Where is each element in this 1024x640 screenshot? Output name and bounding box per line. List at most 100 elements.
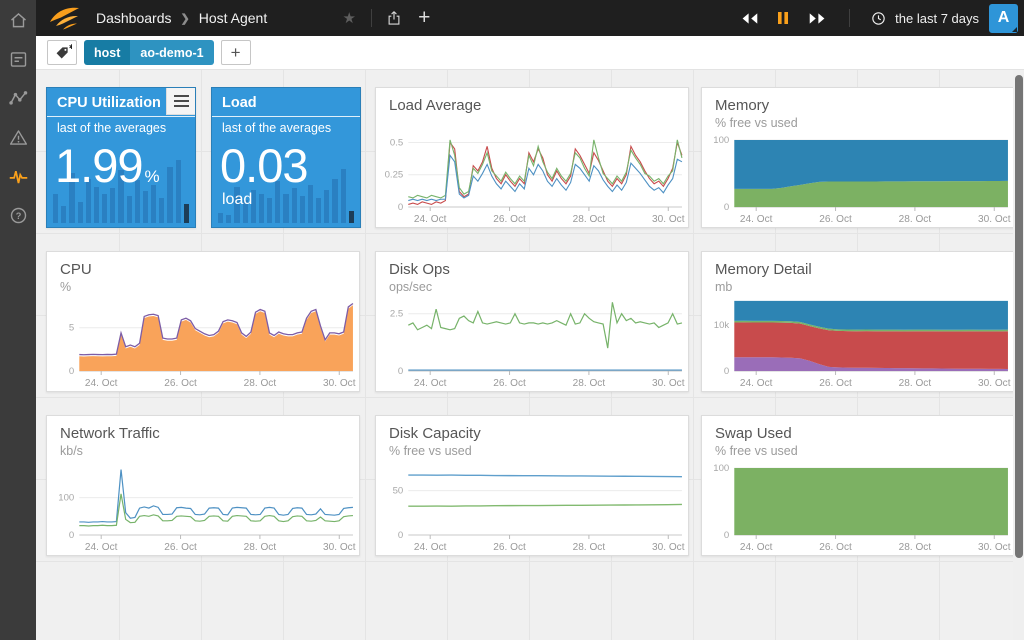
- card-disk-ops[interactable]: Disk Ops ops/sec 02.524. Oct26. Oct28. O…: [375, 251, 689, 392]
- card-title: Load: [212, 88, 360, 117]
- svg-text:26. Oct: 26. Oct: [819, 542, 852, 552]
- share-icon[interactable]: [382, 6, 406, 30]
- cpu-chart: 0524. Oct26. Oct28. Oct30. Oct: [49, 295, 358, 388]
- card-title: Memory Detail: [715, 261, 812, 278]
- clock-icon: [870, 10, 887, 27]
- card-network-traffic[interactable]: Network Traffic kb/s 010024. Oct26. Oct2…: [46, 415, 360, 556]
- star-icon[interactable]: ★: [337, 6, 361, 30]
- card-disk-capacity[interactable]: Disk Capacity % free vs used 05024. Oct2…: [375, 415, 689, 556]
- avatar[interactable]: A: [989, 4, 1018, 33]
- svg-text:30. Oct: 30. Oct: [652, 378, 685, 388]
- pause-icon[interactable]: [771, 6, 795, 30]
- dashboards-icon[interactable]: [7, 48, 29, 70]
- svg-text:0: 0: [69, 366, 74, 377]
- card-title: CPU: [60, 261, 92, 278]
- breadcrumb: Dashboards ❯ Host Agent: [96, 10, 267, 26]
- card-title: Load Average: [389, 97, 481, 114]
- svg-text:26. Oct: 26. Oct: [493, 542, 526, 552]
- svg-text:0.25: 0.25: [385, 170, 404, 181]
- svg-text:100: 100: [713, 135, 729, 146]
- sidebar: ?: [0, 0, 36, 640]
- chevron-right-icon: ❯: [181, 12, 190, 25]
- network-traffic-chart: 010024. Oct26. Oct28. Oct30. Oct: [49, 459, 358, 552]
- svg-text:28. Oct: 28. Oct: [573, 214, 606, 224]
- card-subtitle: mb: [715, 280, 732, 294]
- svg-text:26. Oct: 26. Oct: [493, 378, 526, 388]
- svg-text:5: 5: [69, 323, 74, 334]
- chip-key: host: [84, 40, 130, 65]
- home-icon[interactable]: [7, 9, 29, 31]
- svg-text:26. Oct: 26. Oct: [819, 214, 852, 224]
- metrics-icon[interactable]: [7, 87, 29, 109]
- breadcrumb-host-agent[interactable]: Host Agent: [199, 10, 268, 26]
- solarwinds-logo-icon[interactable]: [48, 5, 82, 31]
- card-memory-detail[interactable]: Memory Detail mb 010k24. Oct26. Oct28. O…: [701, 251, 1015, 392]
- alerts-icon[interactable]: [7, 126, 29, 148]
- pulse-icon[interactable]: [7, 165, 29, 187]
- time-range-label: the last 7 days: [895, 11, 979, 26]
- svg-text:0: 0: [724, 366, 729, 377]
- card-subtitle: % free vs used: [715, 116, 798, 130]
- chip-value: ao-demo-1: [130, 40, 213, 65]
- card-load[interactable]: Load last of the averages 0.03 load: [211, 87, 361, 228]
- scrollbar-thumb[interactable]: [1015, 75, 1023, 558]
- card-title: Swap Used: [715, 425, 792, 442]
- add-chart-icon[interactable]: +: [412, 6, 436, 30]
- svg-text:28. Oct: 28. Oct: [899, 542, 932, 552]
- card-title: Memory: [715, 97, 769, 114]
- card-subtitle: kb/s: [60, 444, 83, 458]
- card-menu-button[interactable]: [166, 88, 195, 115]
- card-title: Disk Ops: [389, 261, 450, 278]
- svg-text:26. Oct: 26. Oct: [164, 542, 197, 552]
- svg-text:24. Oct: 24. Oct: [740, 214, 773, 224]
- breadcrumb-dashboards[interactable]: Dashboards: [96, 10, 172, 26]
- card-subtitle: ops/sec: [389, 280, 432, 294]
- svg-text:0.5: 0.5: [390, 137, 403, 148]
- card-title: Network Traffic: [60, 425, 160, 442]
- card-subtitle: % free vs used: [389, 444, 472, 458]
- card-cpu-utilization[interactable]: CPU Utilization last of the averages 1.9…: [46, 87, 196, 228]
- svg-text:0: 0: [724, 530, 729, 541]
- svg-text:28. Oct: 28. Oct: [244, 542, 277, 552]
- big-number: 0.03: [220, 138, 307, 193]
- svg-text:24. Oct: 24. Oct: [740, 378, 773, 388]
- svg-text:28. Oct: 28. Oct: [244, 378, 277, 388]
- memory-detail-chart: 010k24. Oct26. Oct28. Oct30. Oct: [704, 295, 1013, 388]
- svg-text:30. Oct: 30. Oct: [323, 542, 356, 552]
- card-cpu[interactable]: CPU % 0524. Oct26. Oct28. Oct30. Oct: [46, 251, 360, 392]
- avatar-fold: [1012, 27, 1017, 32]
- fast-forward-icon[interactable]: [805, 6, 829, 30]
- avatar-letter: A: [998, 9, 1010, 27]
- svg-text:24. Oct: 24. Oct: [414, 378, 447, 388]
- svg-text:0: 0: [398, 530, 403, 541]
- card-load-average[interactable]: Load Average 00.250.524. Oct26. Oct28. O…: [375, 87, 689, 228]
- svg-text:24. Oct: 24. Oct: [414, 542, 447, 552]
- svg-text:28. Oct: 28. Oct: [573, 378, 606, 388]
- svg-text:30. Oct: 30. Oct: [978, 542, 1011, 552]
- svg-text:?: ?: [15, 211, 21, 221]
- load-average-chart: 00.250.524. Oct26. Oct28. Oct30. Oct: [378, 131, 687, 224]
- dashboard-grid: CPU Utilization last of the averages 1.9…: [36, 70, 1024, 640]
- svg-text:100: 100: [713, 463, 729, 474]
- time-range-selector[interactable]: the last 7 days: [870, 10, 979, 27]
- card-subtitle: % free vs used: [715, 444, 798, 458]
- tag-filter-button[interactable]: ✱: [47, 40, 77, 65]
- svg-text:0: 0: [69, 530, 74, 541]
- svg-text:30. Oct: 30. Oct: [978, 214, 1011, 224]
- app-window: ? Dashboards ❯ Host Agent ★ +: [0, 0, 1024, 640]
- scrollbar-track[interactable]: [1013, 70, 1024, 640]
- svg-text:30. Oct: 30. Oct: [978, 378, 1011, 388]
- help-icon[interactable]: ?: [7, 204, 29, 226]
- card-memory[interactable]: Memory % free vs used 010024. Oct26. Oct…: [701, 87, 1015, 228]
- svg-text:28. Oct: 28. Oct: [899, 378, 932, 388]
- svg-text:30. Oct: 30. Oct: [323, 378, 356, 388]
- filter-chip-host[interactable]: host ao-demo-1: [84, 40, 214, 65]
- filter-bar: ✱ host ao-demo-1 +: [36, 36, 1024, 70]
- svg-text:100: 100: [58, 493, 74, 504]
- add-filter-button[interactable]: +: [221, 40, 251, 65]
- big-number-unit: %: [144, 167, 159, 186]
- rewind-icon[interactable]: [737, 6, 761, 30]
- svg-text:30. Oct: 30. Oct: [652, 214, 685, 224]
- svg-text:26. Oct: 26. Oct: [819, 378, 852, 388]
- card-swap-used[interactable]: Swap Used % free vs used 010024. Oct26. …: [701, 415, 1015, 556]
